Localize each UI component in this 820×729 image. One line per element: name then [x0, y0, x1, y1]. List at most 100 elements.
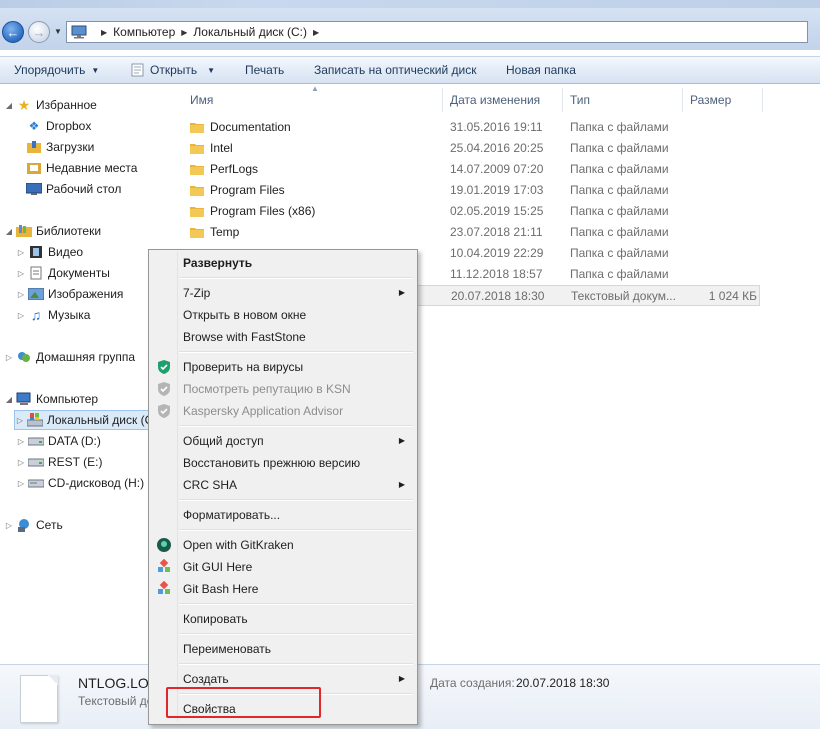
menu-item-expand[interactable]: Развернуть — [151, 252, 415, 274]
column-header-name[interactable]: Имя — [190, 93, 213, 107]
nav-documents[interactable]: ▷ Документы — [16, 263, 110, 283]
menu-item-open-new-window[interactable]: Открыть в новом окне — [151, 304, 415, 326]
print-label: Печать — [245, 63, 285, 77]
menu-item-share[interactable]: Общий доступ ▶ — [151, 430, 415, 452]
table-row[interactable]: Temp 23.07.2018 21:11 Папка с файлами — [186, 222, 760, 243]
menu-item-label: Форматировать... — [183, 508, 281, 522]
back-arrow-icon: ← — [6, 24, 20, 40]
dropbox-icon: ❖ — [28, 119, 40, 133]
nav-video[interactable]: ▷ Видео — [16, 242, 83, 262]
file-date: 20.07.2018 18:30 — [451, 289, 545, 303]
menu-item-scan-viruses[interactable]: Проверить на вирусы — [151, 356, 415, 378]
nav-pictures-label: Изображения — [48, 287, 124, 301]
kaspersky-shield-icon — [158, 382, 170, 396]
column-divider[interactable] — [442, 88, 443, 112]
nav-music[interactable]: ▷ ♫ Музыка — [16, 305, 91, 325]
expand-arrow-icon[interactable]: ▷ — [15, 416, 25, 425]
table-row[interactable]: Program Files (x86) 02.05.2019 15:25 Пап… — [186, 201, 760, 222]
address-bar[interactable]: ▶ Компьютер ▶ Локальный диск (C:) ▶ — [66, 21, 808, 43]
menu-item-crc-sha[interactable]: CRC SHA ▶ — [151, 474, 415, 496]
nav-computer[interactable]: ◢ Компьютер — [4, 389, 98, 409]
column-divider[interactable] — [682, 88, 683, 112]
menu-item-git-gui[interactable]: Git GUI Here — [151, 556, 415, 578]
breadcrumb-separator-icon[interactable]: ▶ — [101, 28, 107, 37]
table-row[interactable]: Intel 25.04.2016 20:25 Папка с файлами — [186, 138, 760, 159]
nav-drive-h[interactable]: ▷ CD-дисковод (H:) — [16, 473, 144, 493]
column-divider[interactable] — [562, 88, 563, 112]
back-button[interactable]: ← — [2, 21, 24, 43]
nav-pictures[interactable]: ▷ Изображения — [16, 284, 124, 304]
collapse-arrow-icon[interactable]: ◢ — [4, 395, 14, 404]
pictures-icon — [28, 287, 44, 301]
menu-item-label: Восстановить прежнюю версию — [183, 456, 361, 470]
history-dropdown-icon[interactable]: ▼ — [54, 27, 62, 36]
nav-libraries[interactable]: ◢ Библиотеки — [4, 221, 101, 241]
nav-network-label: Сеть — [36, 518, 63, 532]
menu-item-label: Открыть в новом окне — [183, 308, 307, 322]
expand-arrow-icon[interactable]: ▷ — [16, 311, 26, 320]
menu-item-ksn-reputation[interactable]: Посмотреть репутацию в KSN — [151, 378, 415, 400]
print-button[interactable]: Печать — [245, 63, 284, 77]
menu-separator — [179, 277, 413, 279]
expand-arrow-icon[interactable]: ▷ — [16, 290, 26, 299]
expand-arrow-icon[interactable]: ▷ — [4, 353, 14, 362]
menu-item-git-bash[interactable]: Git Bash Here — [151, 578, 415, 600]
forward-button[interactable]: → — [28, 21, 50, 43]
expand-arrow-icon[interactable]: ▷ — [16, 479, 26, 488]
expand-arrow-icon[interactable]: ▷ — [4, 521, 14, 530]
collapse-arrow-icon[interactable]: ◢ — [4, 101, 14, 110]
nav-downloads[interactable]: Загрузки — [26, 137, 94, 157]
nav-drive-d[interactable]: ▷ DATA (D:) — [16, 431, 101, 451]
breadcrumb-separator-icon[interactable]: ▶ — [181, 28, 187, 37]
column-header-type[interactable]: Тип — [570, 93, 590, 107]
collapse-arrow-icon[interactable]: ◢ — [4, 227, 14, 236]
nav-dropbox[interactable]: ❖ Dropbox — [26, 116, 92, 136]
breadcrumb-drive-c[interactable]: Локальный диск (C:) — [193, 25, 307, 39]
network-icon — [16, 518, 32, 532]
open-button[interactable]: Открыть ▼ — [130, 63, 215, 77]
menu-item-copy[interactable]: Копировать — [151, 608, 415, 630]
nav-drive-c-label: Локальный диск (C — [47, 413, 154, 427]
menu-item-restore-version[interactable]: Восстановить прежнюю версию — [151, 452, 415, 474]
table-row[interactable]: PerfLogs 14.07.2009 07:20 Папка с файлам… — [186, 159, 760, 180]
menu-item-gitkraken[interactable]: Open with GitKraken — [151, 534, 415, 556]
menu-item-rename[interactable]: Переименовать — [151, 638, 415, 660]
video-icon — [28, 245, 44, 259]
expand-arrow-icon[interactable]: ▷ — [16, 269, 26, 278]
column-header-date[interactable]: Дата изменения — [450, 93, 540, 107]
nav-network[interactable]: ▷ Сеть — [4, 515, 63, 535]
column-header-size[interactable]: Размер — [690, 93, 731, 107]
file-type: Папка с файлами — [570, 162, 669, 176]
menu-item-kaspersky-advisor[interactable]: Kaspersky Application Advisor — [151, 400, 415, 422]
menu-item-format[interactable]: Форматировать... — [151, 504, 415, 526]
menu-item-label: Развернуть — [183, 256, 253, 270]
menu-item-faststone[interactable]: Browse with FastStone — [151, 326, 415, 348]
nav-drive-e[interactable]: ▷ REST (E:) — [16, 452, 103, 472]
cd-drive-icon — [28, 476, 44, 490]
nav-desktop[interactable]: Рабочий стол — [26, 179, 121, 199]
nav-homegroup[interactable]: ▷ Домашняя группа — [4, 347, 135, 367]
expand-arrow-icon[interactable]: ▷ — [16, 437, 26, 446]
table-row[interactable]: Documentation 31.05.2016 19:11 Папка с ф… — [186, 117, 760, 138]
star-icon: ★ — [17, 96, 31, 113]
nav-drive-h-label: CD-дисковод (H:) — [48, 476, 145, 490]
nav-drive-c[interactable]: ▷ Локальный диск (C — [14, 410, 170, 430]
nav-favorites[interactable]: ◢ ★ Избранное — [4, 95, 97, 115]
expand-arrow-icon[interactable]: ▷ — [16, 248, 26, 257]
menu-separator — [179, 499, 413, 501]
git-gui-icon — [158, 559, 170, 572]
burn-disc-button[interactable]: Записать на оптический диск — [314, 63, 477, 77]
breadcrumb-separator-icon[interactable]: ▶ — [313, 28, 319, 37]
computer-icon — [71, 25, 87, 39]
breadcrumb-computer[interactable]: Компьютер — [113, 25, 175, 39]
menu-item-7zip[interactable]: 7-Zip ▶ — [151, 282, 415, 304]
menu-item-label: Копировать — [183, 612, 248, 626]
column-divider[interactable] — [762, 88, 763, 112]
expand-arrow-icon[interactable]: ▷ — [16, 458, 26, 467]
new-folder-button[interactable]: Новая папка — [506, 63, 576, 77]
nav-recent[interactable]: Недавние места — [26, 158, 137, 178]
organize-button[interactable]: Упорядочить ▼ — [14, 63, 99, 77]
menu-item-label: Проверить на вирусы — [183, 360, 304, 374]
table-row[interactable]: Program Files 19.01.2019 17:03 Папка с ф… — [186, 180, 760, 201]
nav-desktop-label: Рабочий стол — [46, 182, 122, 196]
